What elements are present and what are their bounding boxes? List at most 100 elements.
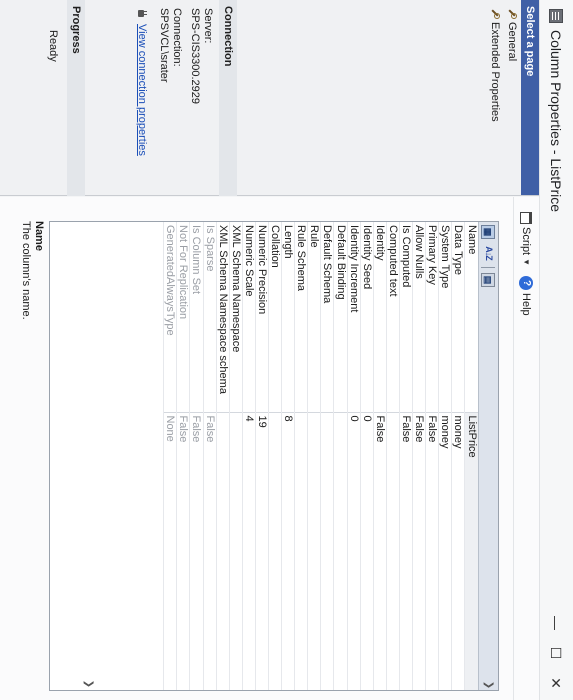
property-name: Name [464, 222, 478, 412]
property-name: Identity Seed [360, 222, 374, 412]
property-name: Rule [307, 222, 321, 412]
property-row[interactable]: Data Type money [451, 222, 465, 690]
property-row[interactable]: Default Binding [333, 222, 348, 690]
property-row[interactable]: Identity Seed 0 [360, 222, 374, 690]
property-name: Data Type [451, 222, 465, 412]
property-row[interactable]: Is Column Set False [189, 222, 204, 690]
help-button[interactable]: ? Help [517, 273, 537, 319]
property-value[interactable]: ListPrice [464, 412, 478, 690]
property-row[interactable]: Not For Replication False [176, 222, 190, 690]
property-grid: ▦ A↓Z ▤ ❯ Name ListPrice Data Type money Sys… [49, 221, 499, 691]
property-name: Rule Schema [294, 222, 308, 412]
description-text: The column's name. [20, 221, 32, 320]
property-row[interactable]: Length 8 [281, 222, 295, 690]
property-row[interactable]: XML Schema Namespace [229, 222, 243, 690]
property-name: Primary Key [425, 222, 439, 412]
property-value[interactable]: False [425, 412, 439, 690]
properties-pane: Script ▼ ? Help ▦ A↓Z ▤ ❯ Name ListPrice D… [0, 197, 539, 700]
server-label: Server: [202, 8, 214, 44]
property-name: Allow Nulls [412, 222, 426, 412]
property-value[interactable]: None [163, 412, 177, 690]
property-row[interactable]: Identity Increment 0 [347, 222, 361, 690]
property-value[interactable]: False [412, 412, 426, 690]
property-row[interactable]: Numeric Scale 4 [242, 222, 256, 690]
property-value[interactable] [294, 412, 308, 690]
property-row[interactable]: Is Computed False [399, 222, 413, 690]
maximize-button[interactable]: ☐ [545, 642, 567, 664]
property-grid-toolbar: ▦ A↓Z ▤ [478, 222, 498, 690]
property-row[interactable]: Rule Schema [294, 222, 308, 690]
property-value[interactable]: 19 [255, 412, 269, 690]
page-extended-properties[interactable]: Extended Properties [487, 0, 504, 195]
property-row[interactable]: XML Schema Namespace schema [216, 222, 230, 690]
window-title: Column Properties - ListPrice [548, 30, 564, 213]
view-connection-properties-link[interactable]: View connection properties [135, 24, 148, 156]
property-value[interactable] [333, 412, 348, 690]
property-name: Identity Increment [347, 222, 361, 412]
progress-section: Progress Ready [39, 0, 85, 196]
property-name: GeneratedAlwaysType [163, 222, 177, 412]
progress-heading: Progress [67, 0, 85, 196]
property-value[interactable] [307, 412, 321, 690]
alphabetical-sort-button[interactable]: A↓Z [482, 244, 496, 262]
property-name: Collation [268, 222, 282, 412]
property-name: Is Computed [399, 222, 413, 412]
description-name: Name [33, 221, 45, 251]
connection-section: Connection Server: SPS-CIS3300.2929 Conn… [130, 0, 237, 196]
property-value[interactable] [320, 412, 334, 690]
property-row[interactable]: Is Sparse False [203, 222, 217, 690]
property-value[interactable]: money [438, 412, 452, 690]
select-page-pane: Select a page General Extended Propertie… [0, 0, 539, 196]
property-value[interactable]: False [203, 412, 217, 690]
property-name: Is Sparse [203, 222, 217, 412]
property-name: Numeric Scale [242, 222, 256, 412]
property-value[interactable]: 8 [281, 412, 295, 690]
property-row[interactable]: Name ListPrice [464, 222, 478, 690]
close-button[interactable]: ✕ [545, 672, 567, 694]
property-row[interactable]: Computed text [386, 222, 400, 690]
property-row[interactable]: Default Schema [320, 222, 334, 690]
help-label: Help [520, 293, 533, 316]
page-extended-properties-label: Extended Properties [489, 22, 502, 122]
property-row[interactable]: Collation [268, 222, 282, 690]
property-value[interactable] [268, 412, 282, 690]
connection-value: SPSVCL\srater [158, 8, 170, 83]
connection-plug-icon [136, 8, 147, 19]
property-row[interactable]: Numeric Precision 19 [255, 222, 269, 690]
property-value[interactable]: False [189, 412, 204, 690]
property-name: Default Binding [333, 222, 348, 412]
toolbar: Script ▼ ? Help [513, 197, 539, 700]
property-value[interactable]: 0 [347, 412, 361, 690]
property-value[interactable]: False [373, 412, 387, 690]
property-value[interactable]: money [451, 412, 465, 690]
property-value[interactable]: False [176, 412, 190, 690]
property-row[interactable]: System Type money [438, 222, 452, 690]
server-value: SPS-CIS3300.2929 [189, 8, 201, 105]
script-icon [520, 212, 533, 224]
property-row[interactable]: Rule [307, 222, 321, 690]
wrench-icon [491, 8, 501, 18]
property-name: Numeric Precision [255, 222, 269, 412]
chevron-down-icon[interactable]: ▼ [522, 258, 531, 266]
property-row[interactable]: Allow Nulls False [412, 222, 426, 690]
chevron-right-icon[interactable]: ❯ [478, 679, 498, 691]
page-general[interactable]: General [504, 0, 521, 195]
script-button[interactable]: Script ▼ [517, 209, 537, 269]
property-value[interactable]: 4 [242, 412, 256, 690]
property-row[interactable]: GeneratedAlwaysType None [163, 222, 177, 690]
property-row[interactable]: Identity False [373, 222, 387, 690]
property-name: XML Schema Namespace [229, 222, 243, 412]
categorized-view-button[interactable]: ▦ [481, 225, 496, 239]
property-name: Not For Replication [176, 222, 190, 412]
property-value[interactable] [216, 412, 230, 690]
title-bar: Column Properties - ListPrice — ☐ ✕ [539, 0, 573, 700]
property-value[interactable] [386, 412, 400, 690]
property-pages-button[interactable]: ▤ [481, 273, 496, 287]
page-general-label: General [506, 22, 519, 62]
property-row[interactable]: Primary Key False [425, 222, 439, 690]
chevron-down-icon[interactable]: ❯ [83, 680, 94, 688]
property-value[interactable]: False [399, 412, 413, 690]
minimize-button[interactable]: — [545, 612, 567, 634]
property-value[interactable] [229, 412, 243, 690]
property-value[interactable]: 0 [360, 412, 374, 690]
